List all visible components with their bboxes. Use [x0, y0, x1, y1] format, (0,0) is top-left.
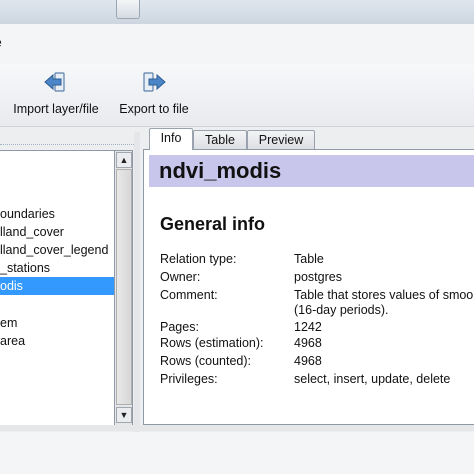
horizontal-scrollbar[interactable] — [0, 425, 474, 431]
tree-item[interactable]: lland_cover_legend — [0, 241, 114, 259]
tree-header — [0, 132, 136, 145]
general-info-heading: General info — [160, 214, 266, 234]
tree-item-selected[interactable]: odis — [0, 277, 114, 295]
menu-bar: e — [0, 24, 474, 65]
pane-splitter[interactable] — [134, 132, 140, 432]
tab-preview[interactable]: Preview — [247, 130, 315, 149]
db-manager-window: e Import layer/file Export to file ounda… — [0, 0, 474, 474]
info-key: Owner: — [160, 270, 201, 284]
scroll-up-arrow-icon[interactable]: ▲ — [116, 152, 132, 168]
info-key: Privileges: — [160, 372, 218, 386]
table-title-bar: ndvi_modis — [149, 155, 474, 187]
tab-table[interactable]: Table — [193, 130, 247, 149]
tree-item[interactable]: area — [0, 332, 114, 350]
info-key: Comment: — [160, 288, 218, 302]
info-value: postgres — [294, 270, 342, 284]
tree-item[interactable]: lland_cover — [0, 223, 114, 241]
info-value: (16-day periods). — [294, 303, 389, 317]
export-file-button[interactable]: Export to file — [114, 70, 194, 116]
import-layer-label: Import layer/file — [13, 102, 99, 116]
tab-info[interactable]: Info — [149, 128, 193, 150]
info-value: 1242 — [294, 320, 322, 334]
status-area — [0, 432, 474, 474]
info-value: 4968 — [294, 336, 322, 350]
toolbar: Import layer/file Export to file — [0, 64, 474, 127]
info-value: 4968 — [294, 354, 322, 368]
info-key: Rows (estimation): — [160, 336, 264, 350]
tree-item[interactable]: oundaries — [0, 205, 114, 223]
import-layer-button[interactable]: Import layer/file — [8, 70, 104, 116]
info-key: Relation type: — [160, 252, 237, 266]
export-arrow-icon — [143, 72, 166, 92]
info-value: Table that stores values of smoo — [294, 288, 474, 302]
menu-item[interactable]: e — [0, 34, 2, 50]
import-arrow-icon — [44, 72, 65, 92]
info-key: Pages: — [160, 320, 199, 334]
scroll-down-arrow-icon[interactable]: ▼ — [116, 407, 132, 423]
tree-item[interactable]: em — [0, 314, 114, 332]
export-file-label: Export to file — [119, 102, 189, 116]
tree-scrollbar[interactable]: ▲ ▼ — [114, 150, 133, 427]
info-value: Table — [294, 252, 324, 266]
table-name-title: ndvi_modis — [159, 158, 282, 183]
layer-tree[interactable]: oundaries lland_cover lland_cover_legend… — [0, 150, 115, 427]
tree-item[interactable]: _stations — [0, 259, 114, 277]
scroll-thumb[interactable] — [116, 169, 132, 405]
title-bar — [0, 0, 474, 24]
info-value: select, insert, update, delete — [294, 372, 451, 386]
info-panel: ndvi_modis General info Relation type: T… — [143, 149, 474, 425]
info-key: Rows (counted): — [160, 354, 252, 368]
window-button[interactable] — [116, 0, 140, 19]
